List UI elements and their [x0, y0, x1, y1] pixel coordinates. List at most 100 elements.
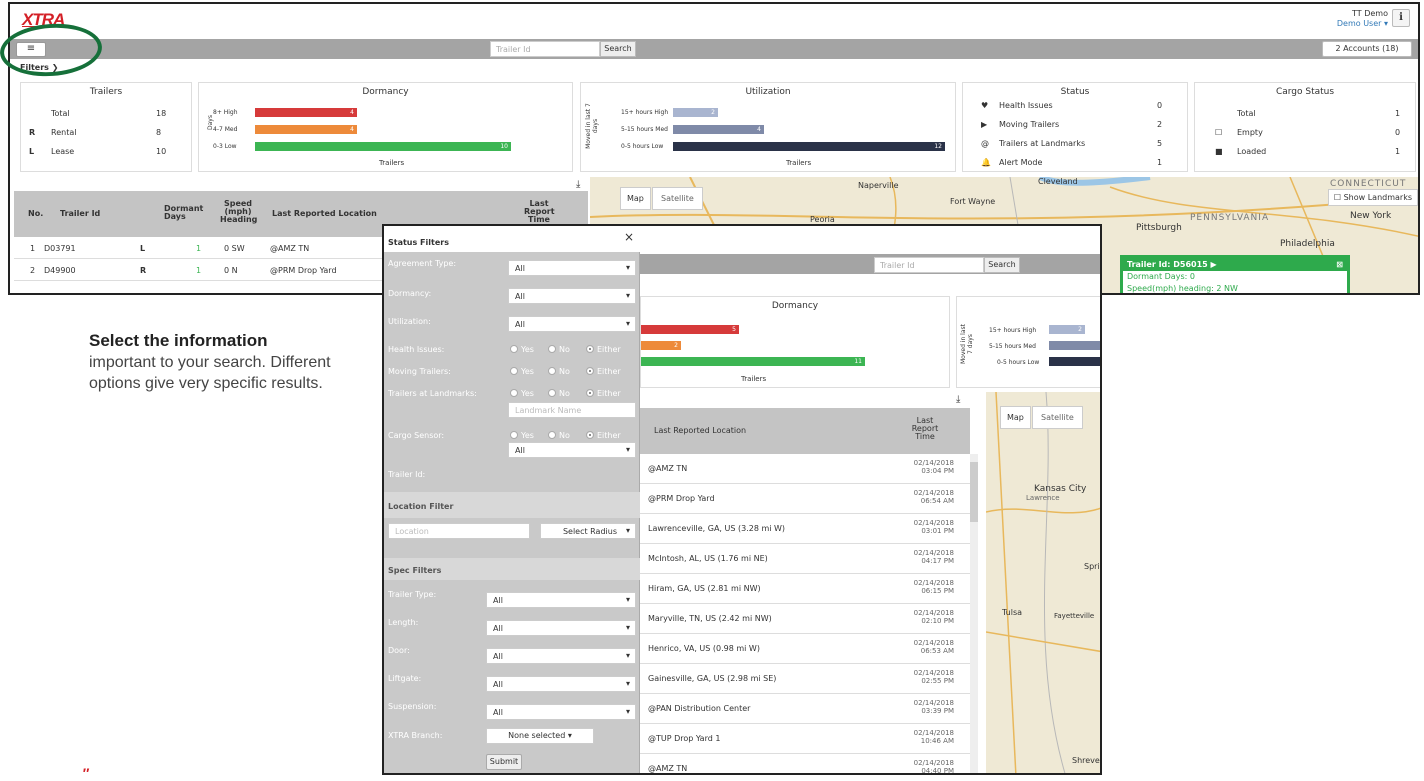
- utilization-panel: Moved in last 7 days 15+ hours High 5-15…: [956, 296, 1100, 388]
- table-row[interactable]: Maryville, TN, US (2.42 mi NW) 02/14/2018…: [640, 604, 970, 634]
- cargo-panel: Cargo Status Total 1 ☐ Empty 0 ■ Loaded 1: [1194, 82, 1416, 172]
- search-button[interactable]: Search: [984, 257, 1020, 273]
- info-button[interactable]: i: [1392, 9, 1410, 27]
- utilization-select[interactable]: All: [508, 316, 636, 332]
- util-label: 5-15 hours Med: [989, 343, 1036, 350]
- cargo-row-label: Loaded: [1237, 147, 1267, 156]
- map-label: Kansas City: [1034, 484, 1087, 494]
- agreement-select[interactable]: All: [508, 260, 636, 276]
- radio-no[interactable]: No: [548, 345, 570, 354]
- search-button[interactable]: Search: [600, 41, 636, 57]
- moving-label: Moving Trailers:: [388, 367, 451, 376]
- table-scrollbar[interactable]: [970, 454, 978, 773]
- radio-either[interactable]: Either: [586, 345, 621, 354]
- status-row-icon: 🔔: [981, 158, 991, 167]
- col-dormant[interactable]: Dormant Days: [164, 205, 203, 221]
- col-no[interactable]: No.: [28, 209, 43, 218]
- table-row[interactable]: Gainesville, GA, US (2.98 mi SE) 02/14/20…: [640, 664, 970, 694]
- show-landmarks-label: Show Landmarks: [1343, 193, 1412, 202]
- satellite-tab[interactable]: Satellite: [1032, 406, 1083, 429]
- table-row[interactable]: Henrico, VA, US (0.98 mi W) 02/14/2018 06:…: [640, 634, 970, 664]
- branch-select[interactable]: None selected ▾: [486, 728, 594, 744]
- cell-date: 02/14/2018: [913, 459, 954, 467]
- spec-select-liftgate[interactable]: All: [486, 676, 636, 692]
- spec-select-trailer_type[interactable]: All: [486, 592, 636, 608]
- cell-date: 02/14/2018: [913, 729, 954, 737]
- map-label: Spri: [1084, 562, 1100, 571]
- close-icon[interactable]: ⊠: [1336, 260, 1343, 269]
- submit-button[interactable]: Submit: [486, 754, 522, 770]
- table-row[interactable]: @PRM Drop Yard 02/14/2018 06:54 AM: [640, 484, 970, 514]
- map-label: Shrevep: [1072, 756, 1102, 765]
- dormancy-select[interactable]: All: [508, 288, 636, 304]
- map-label: Fayetteville: [1054, 612, 1095, 620]
- trailer-search-input[interactable]: Trailer Id: [490, 41, 600, 57]
- cell-date: 02/14/2018: [913, 639, 954, 647]
- table-row[interactable]: Lawrenceville, GA, US (3.28 mi W) 02/14/2…: [640, 514, 970, 544]
- radio-either[interactable]: Either: [586, 367, 621, 376]
- satellite-tab[interactable]: Satellite: [652, 187, 703, 210]
- download-icon[interactable]: ⤓: [956, 394, 960, 405]
- popup-speed: Speed(mph) heading: 2 NW: [1127, 284, 1238, 293]
- cell-time: 02/14/2018 10:46 AM: [914, 729, 954, 745]
- cell-date: 02/14/2018: [913, 759, 954, 767]
- map-view[interactable]: Map Satellite Kansas City Lawrence Tulsa…: [986, 392, 1102, 773]
- col-trailer-id[interactable]: Trailer Id: [60, 209, 100, 218]
- table-row[interactable]: @AMZ TN 02/14/2018 03:04 PM: [640, 454, 970, 484]
- col-location[interactable]: Last Reported Location: [654, 426, 746, 435]
- radio-label: Either: [597, 389, 621, 398]
- show-landmarks-checkbox[interactable]: ☐ Show Landmarks: [1327, 189, 1418, 206]
- status-row-value: 2: [1157, 120, 1163, 129]
- map-label: Naperville: [858, 181, 899, 190]
- cargo-select[interactable]: All: [508, 442, 636, 458]
- download-icon[interactable]: ⤓: [576, 179, 580, 190]
- radio-yes[interactable]: Yes: [510, 431, 534, 440]
- map-tab[interactable]: Map: [620, 187, 651, 210]
- map-tab[interactable]: Map: [1000, 406, 1031, 429]
- table-header: Last Reported Location Last Report Time: [640, 408, 970, 454]
- close-icon[interactable]: ×: [624, 230, 634, 244]
- table-row[interactable]: Hiram, GA, US (2.81 mi NW) 02/14/2018 06:1…: [640, 574, 970, 604]
- radius-select[interactable]: Select Radius: [540, 523, 636, 539]
- table-row[interactable]: @AMZ TN 02/14/2018 04:40 PM: [640, 754, 970, 773]
- utilization-panel: Utilization Moved in last 7 days 15+ hou…: [580, 82, 956, 172]
- user-menu[interactable]: Demo User ▾: [1337, 19, 1388, 29]
- col-time[interactable]: Last Report Time: [524, 200, 555, 224]
- radio-yes[interactable]: Yes: [510, 389, 534, 398]
- table-row[interactable]: @TUP Drop Yard 1 02/14/2018 10:46 AM: [640, 724, 970, 754]
- location-input[interactable]: Location: [388, 523, 530, 539]
- col-speed[interactable]: Speed (mph) Heading: [220, 200, 257, 224]
- user-block: TT Demo Demo User ▾: [1337, 9, 1388, 29]
- map-label: Pittsburgh: [1136, 223, 1182, 233]
- radio-yes[interactable]: Yes: [510, 367, 534, 376]
- accounts-button[interactable]: 2 Accounts (18): [1322, 41, 1412, 57]
- user-name: TT Demo: [1352, 9, 1388, 18]
- branch-label: XTRA Branch:: [388, 731, 443, 740]
- landmark-name-input[interactable]: Landmark Name: [508, 402, 636, 418]
- cell-clock: 02:55 PM: [921, 677, 954, 685]
- radio-yes[interactable]: Yes: [510, 345, 534, 354]
- table-row[interactable]: @PAN Distribution Center 02/14/2018 03:39 …: [640, 694, 970, 724]
- cell-date: 02/14/2018: [913, 579, 954, 587]
- dormancy-bar-low: 11: [641, 357, 865, 366]
- radio-either[interactable]: Either: [586, 389, 621, 398]
- trailer-popup[interactable]: Trailer Id: D56015 ▶ ⊠ Dormant Days: 0 Sp…: [1120, 255, 1350, 293]
- trailer-type-label: Rental: [51, 128, 77, 137]
- spec-select-door[interactable]: All: [486, 648, 636, 664]
- col-time[interactable]: Last Report Time: [910, 417, 940, 441]
- table-row[interactable]: McIntosh, AL, US (1.76 mi NE) 02/14/2018 0…: [640, 544, 970, 574]
- status-row-icon: ♥: [981, 101, 989, 110]
- radio-either[interactable]: Either: [586, 431, 621, 440]
- radio-label: No: [559, 431, 570, 440]
- col-location[interactable]: Last Reported Location: [272, 209, 377, 218]
- trailer-search-input[interactable]: Trailer Id: [874, 257, 984, 273]
- spec-select-suspension[interactable]: All: [486, 704, 636, 720]
- radio-no[interactable]: No: [548, 389, 570, 398]
- dormancy-bar-label: 4-7 Med: [213, 126, 238, 133]
- cell-location: Henrico, VA, US (0.98 mi W): [648, 644, 760, 653]
- map-label: Lawrence: [1026, 494, 1060, 502]
- spec-select-length[interactable]: All: [486, 620, 636, 636]
- radio-no[interactable]: No: [548, 367, 570, 376]
- radio-no[interactable]: No: [548, 431, 570, 440]
- cell-no: 2: [30, 266, 36, 275]
